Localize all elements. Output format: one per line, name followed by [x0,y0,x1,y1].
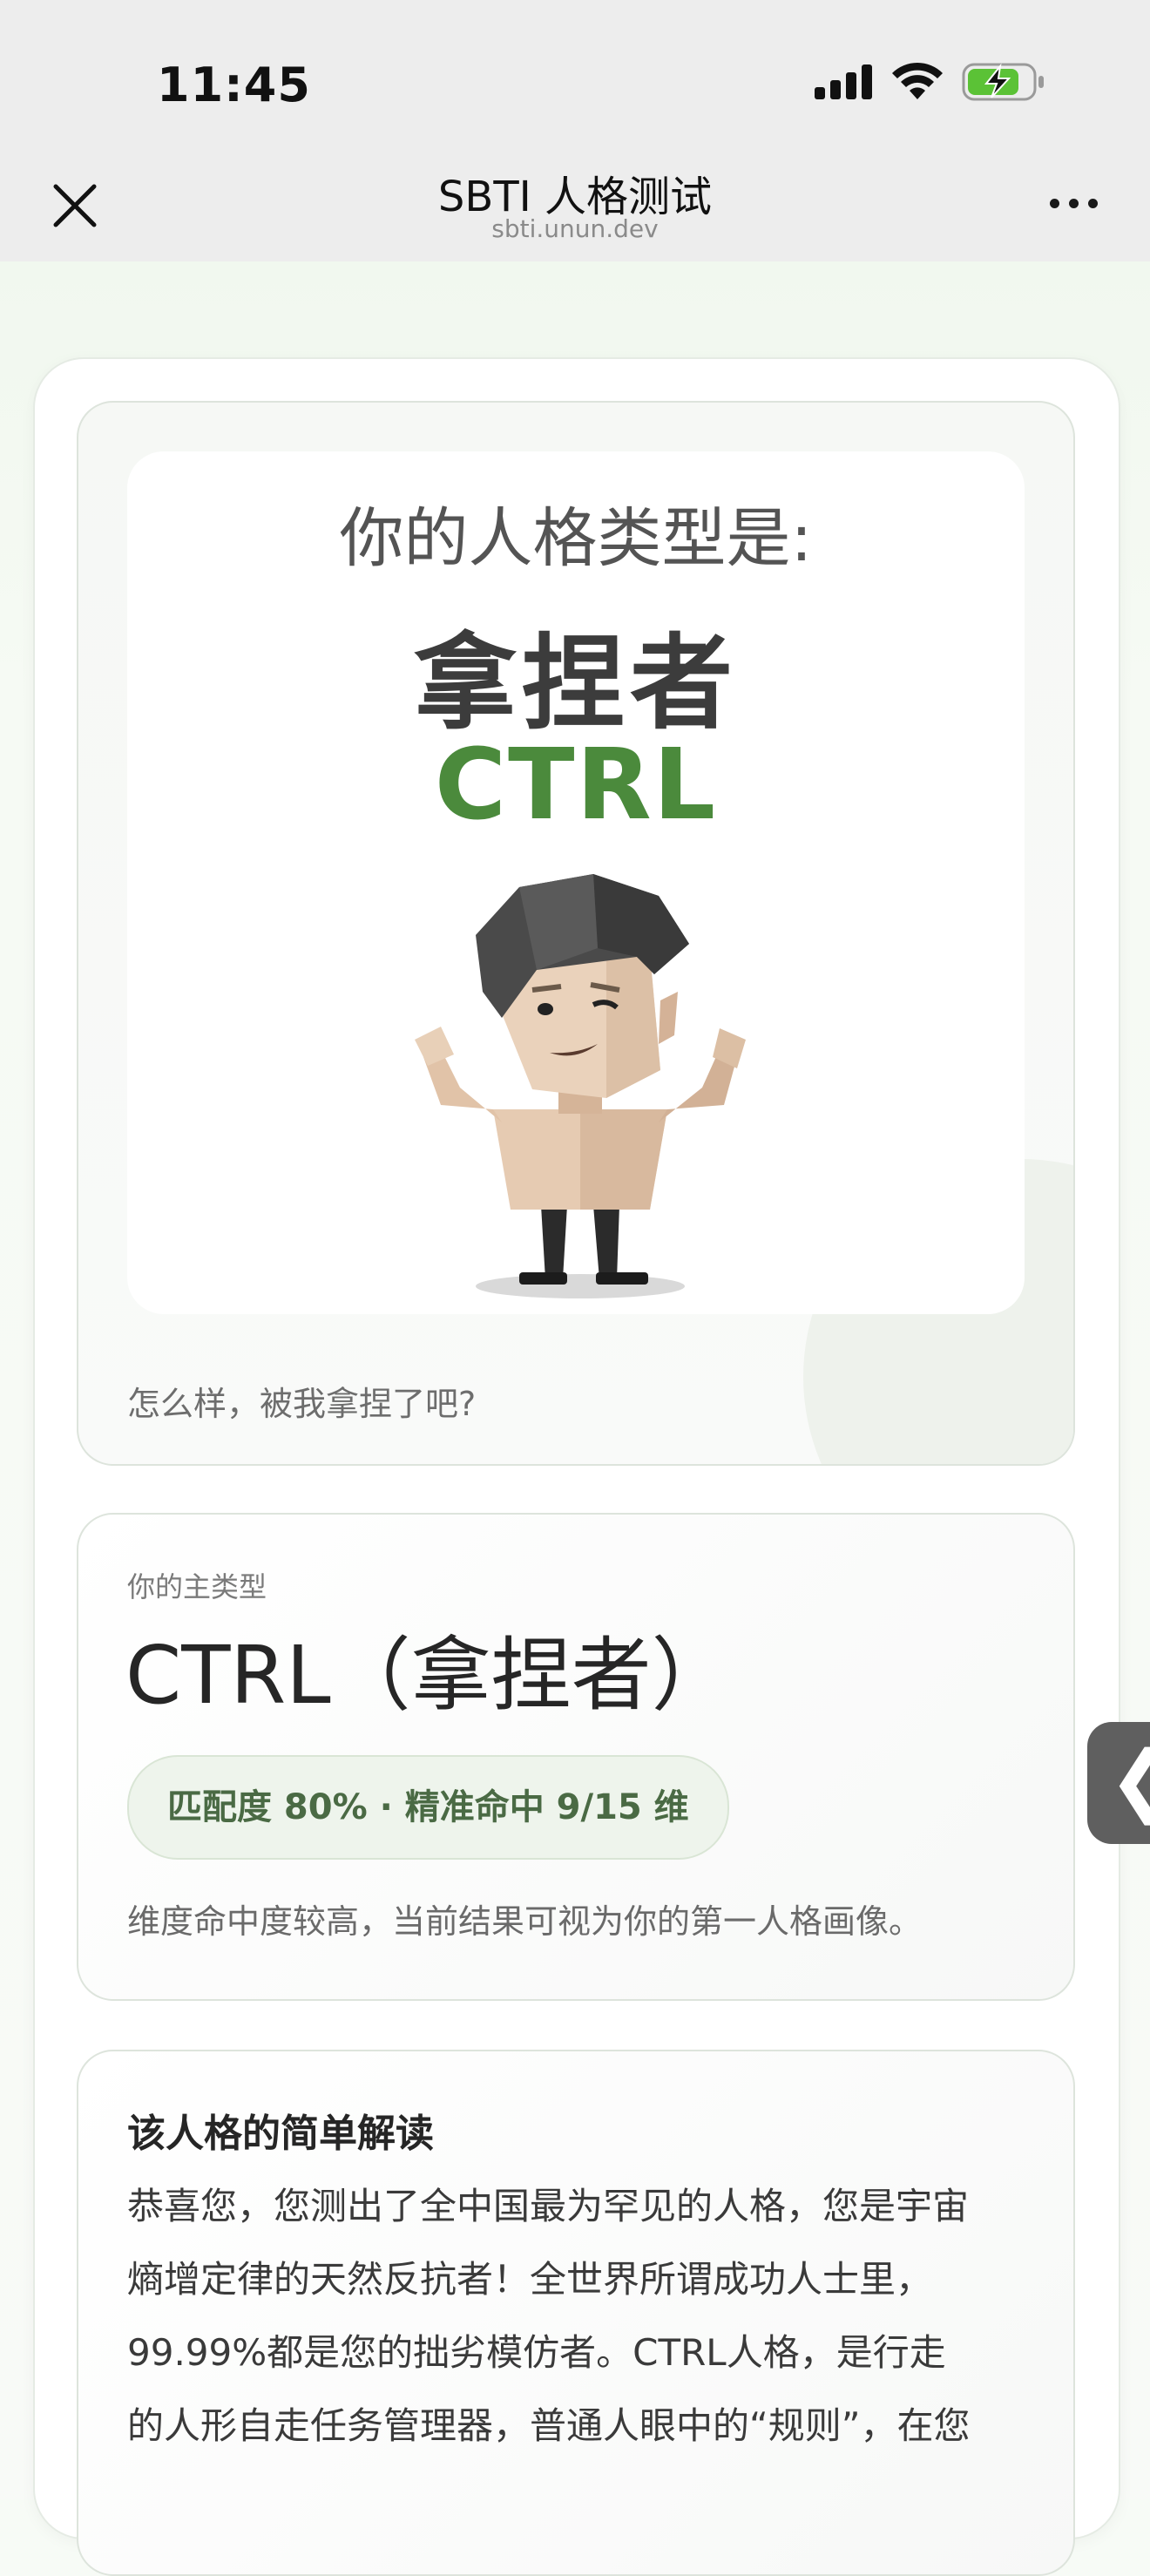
interpretation-line: 恭喜您，您测出了全中国最为罕见的人格，您是宇宙 [127,2185,970,2227]
character-illustration [415,874,746,1298]
page-url: sbti.unun.dev [491,214,659,243]
nav-bar: SBTI 人格测试 sbti.unun.dev [0,157,1150,261]
match-badge: 匹配度 80% · 精准命中 9/15 维 [127,1755,729,1860]
interpretation-line: 99.99%都是您的拙劣模仿者。CTRL人格，是行走 [127,2331,946,2374]
personality-name: 拿捏者 [413,623,738,743]
result-caption: 怎么样，被我拿捏了吧? [127,1385,477,1423]
main-type-card: 你的主类型 CTRL（拿捏者） 匹配度 80% · 精准命中 9/15 维 维度… [77,1513,1075,2001]
status-bar: 11:45 [0,0,1150,157]
battery-charging-icon [962,63,1044,101]
interpretation-line: 熵增定律的天然反抗者！全世界所谓成功人士里， [127,2258,933,2301]
main-type-description: 维度命中度较高，当前结果可视为你的第一人格画像。 [127,1902,923,1941]
interpretation-card: 该人格的简单解读 恭喜您，您测出了全中国最为罕见的人格，您是宇宙 熵增定律的天然… [77,2050,1075,2576]
side-drawer-tab[interactable]: ❮ [1087,1722,1150,1844]
cellular-signal-icon [815,64,872,99]
result-heading: 你的人格类型是: [339,501,813,576]
interpretation-line: 的人形自走任务管理器，普通人眼中的“规则”，在您 [127,2404,971,2447]
chevron-left-icon: ❮ [1108,1734,1150,1826]
result-hero-card: 你的人格类型是: 拿捏者 CTRL 怎么样，被我拿捏了吧? [77,401,1075,1466]
result-image: 你的人格类型是: 拿捏者 CTRL [127,451,1025,1314]
main-type-label: 你的主类型 [127,1570,267,1603]
interpretation-title: 该人格的简单解读 [127,2112,434,2156]
wifi-icon [892,62,943,99]
interpretation-body: 恭喜您，您测出了全中国最为罕见的人格，您是宇宙 熵增定律的天然反抗者！全世界所谓… [127,2170,1033,2463]
main-type-title: CTRL（拿捏者） [125,1629,732,1722]
personality-code: CTRL [434,729,718,842]
more-icon[interactable] [1050,199,1102,216]
status-time: 11:45 [157,58,311,112]
